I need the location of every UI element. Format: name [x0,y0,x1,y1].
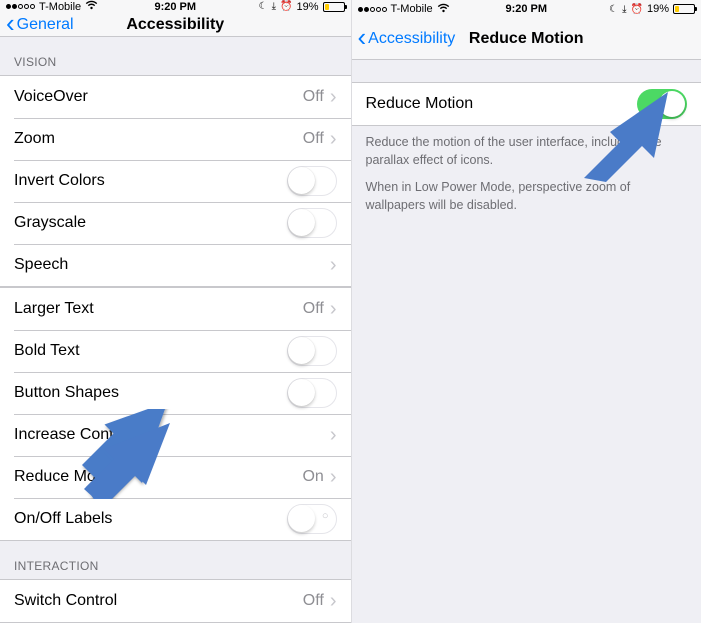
footer-paragraph: Reduce the motion of the user interface,… [366,134,688,169]
row-switch-control[interactable]: Switch Control Off › [0,580,351,622]
chevron-right-icon: › [330,298,337,321]
status-time: 9:20 PM [505,3,547,15]
section-header-interaction: INTERACTION [0,541,351,579]
status-bar: T-Mobile 9:20 PM ☾ ⤓ ⏰ 19% [352,0,701,18]
carrier-label: T-Mobile [391,3,433,15]
group-reduce-motion: Reduce Motion [352,82,701,126]
switch-onoff-labels[interactable] [287,504,337,534]
row-invert-colors[interactable]: Invert Colors [0,160,351,202]
chevron-right-icon: › [330,424,337,447]
row-reduce-motion[interactable]: Reduce Motion On › [0,456,351,498]
footer-paragraph: When in Low Power Mode, perspective zoom… [366,179,688,214]
footer-text: Reduce the motion of the user interface,… [352,126,701,214]
moon-icon: ☾ [609,4,618,15]
row-value: Off [303,592,324,610]
chevron-right-icon: › [330,86,337,109]
switch-button-shapes[interactable] [287,378,337,408]
row-label: VoiceOver [14,88,303,106]
switch-invert-colors[interactable] [287,166,337,196]
row-button-shapes[interactable]: Button Shapes [0,372,351,414]
row-label: Reduce Motion [14,468,302,486]
signal-icon [358,7,387,12]
wifi-icon [437,3,450,16]
row-label: Reduce Motion [366,95,638,113]
battery-percent: 19% [647,3,669,15]
status-time: 9:20 PM [154,1,196,13]
back-label: General [17,16,74,34]
battery-icon [323,2,345,12]
switch-reduce-motion[interactable] [637,89,687,119]
row-label: Larger Text [14,300,303,318]
chevron-right-icon: › [330,590,337,613]
row-label: Switch Control [14,592,303,610]
row-speech[interactable]: Speech › [0,244,351,286]
phone-right: T-Mobile 9:20 PM ☾ ⤓ ⏰ 19% ‹ Accessibili… [351,0,701,623]
row-bold-text[interactable]: Bold Text [0,330,351,372]
battery-percent: 19% [296,1,318,13]
page-title: Reduce Motion [469,30,584,48]
row-label: Button Shapes [14,384,287,402]
group-interaction: Switch Control Off › [0,579,351,623]
row-reduce-motion-toggle[interactable]: Reduce Motion [352,83,701,125]
row-larger-text[interactable]: Larger Text Off › [0,288,351,330]
page-title: Accessibility [126,16,224,34]
row-onoff-labels[interactable]: On/Off Labels [0,498,351,540]
row-grayscale[interactable]: Grayscale [0,202,351,244]
carrier-label: T-Mobile [39,1,81,13]
row-label: On/Off Labels [14,510,287,528]
row-increase-contrast[interactable]: Increase Contrast › [0,414,351,456]
section-header-vision: VISION [0,37,351,75]
status-bar: T-Mobile 9:20 PM ☾ ⤓ ⏰ 19% [0,0,351,13]
moon-icon: ☾ [259,1,268,12]
row-label: Zoom [14,130,303,148]
row-label: Speech [14,256,330,274]
lock-icon: ⤓ [622,4,626,15]
alarm-icon: ⏰ [280,1,292,12]
row-zoom[interactable]: Zoom Off › [0,118,351,160]
row-value: Off [303,130,324,148]
row-voiceover[interactable]: VoiceOver Off › [0,76,351,118]
alarm-icon: ⏰ [631,4,643,15]
chevron-right-icon: › [330,254,337,277]
row-label: Invert Colors [14,172,287,190]
switch-grayscale[interactable] [287,208,337,238]
group-display: Larger Text Off › Bold Text Button Shape… [0,287,351,541]
row-value: Off [303,88,324,106]
switch-bold-text[interactable] [287,336,337,366]
row-label: Increase Contrast [14,426,330,444]
chevron-left-icon: ‹ [358,24,367,50]
nav-bar: ‹ General Accessibility [0,13,351,37]
row-label: Grayscale [14,214,287,232]
phone-left: T-Mobile 9:20 PM ☾ ⤓ ⏰ 19% ‹ General Acc… [0,0,351,623]
back-button[interactable]: ‹ Accessibility [352,27,456,50]
row-label: Bold Text [14,342,287,360]
nav-bar: ‹ Accessibility Reduce Motion [352,18,701,60]
battery-icon [673,4,695,14]
group-vision: VoiceOver Off › Zoom Off › Invert Colors… [0,75,351,287]
chevron-right-icon: › [330,466,337,489]
lock-icon: ⤓ [272,1,276,12]
chevron-left-icon: ‹ [6,10,15,36]
row-value: Off [303,300,324,318]
wifi-icon [85,0,98,13]
back-label: Accessibility [368,30,455,48]
row-value: On [302,468,323,486]
chevron-right-icon: › [330,128,337,151]
back-button[interactable]: ‹ General [0,13,74,36]
